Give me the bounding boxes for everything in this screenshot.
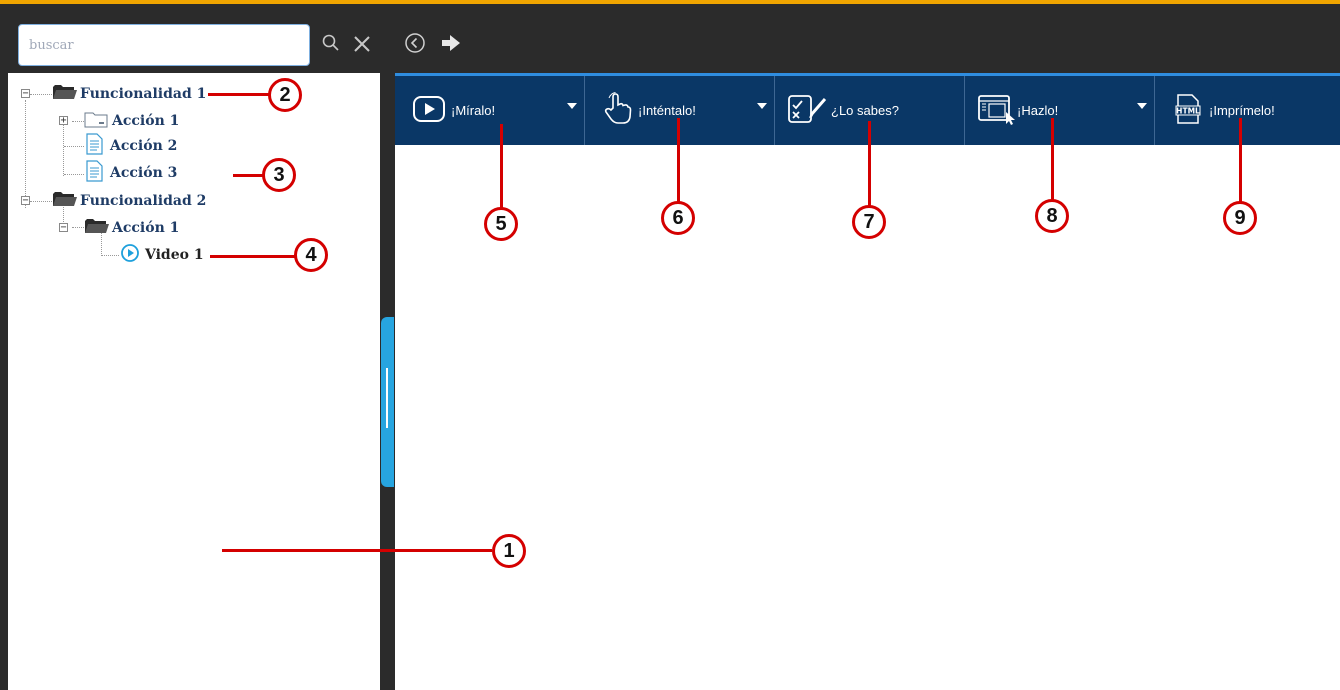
play-icon [120, 243, 140, 267]
tree-item-label: Acción 2 [110, 138, 178, 154]
callout-leader-4 [210, 255, 296, 258]
collapse-toggle[interactable]: − [21, 89, 30, 99]
chevron-down-icon[interactable] [1137, 103, 1147, 109]
callout-7: 7 [852, 205, 886, 239]
callout-leader-7 [868, 121, 871, 207]
forward-icon[interactable] [440, 33, 462, 58]
tree-item-funcionalidad-2[interactable]: Funcionalidad 2 [52, 191, 206, 211]
callout-leader-3 [233, 174, 263, 177]
back-icon[interactable] [404, 32, 426, 59]
tree-item-accion-2[interactable]: Acción 2 [84, 133, 178, 159]
callout-6: 6 [661, 201, 695, 235]
collapse-toggle[interactable]: − [59, 223, 68, 233]
tree-item-label: Video 1 [145, 247, 204, 263]
expand-toggle[interactable]: + [59, 116, 68, 126]
callout-4: 4 [294, 238, 328, 272]
tree-item-accion-1[interactable]: Acción 1 [84, 111, 179, 131]
callout-2: 2 [268, 78, 302, 112]
tree-item-label: Funcionalidad 1 [80, 86, 207, 102]
callout-leader-6 [677, 118, 680, 202]
folder-open-icon [52, 83, 78, 105]
html-document-icon: HTML [1175, 94, 1201, 127]
imprimelo-button[interactable]: HTML ¡Imprímelo! [1155, 76, 1340, 145]
hazlo-button[interactable]: ¡Hazlo! [965, 76, 1155, 145]
intentalo-button[interactable]: ¡Inténtalo! [585, 76, 775, 145]
tree-item-label: Funcionalidad 2 [80, 193, 207, 209]
document-icon [84, 160, 104, 186]
top-bar [0, 4, 1340, 72]
callout-3: 3 [262, 158, 296, 192]
svg-text:HTML: HTML [1176, 107, 1200, 116]
navigation-tree-panel: − Funcionalidad 1 + Acción 1 Acción 2 Ac… [8, 73, 380, 690]
navigation-tree: − Funcionalidad 1 + Acción 1 Acción 2 Ac… [8, 73, 380, 373]
callout-9: 9 [1223, 201, 1257, 235]
hazlo-label: ¡Hazlo! [1017, 103, 1059, 118]
callout-8: 8 [1035, 199, 1069, 233]
window-cursor-icon [977, 93, 1017, 128]
hand-pointer-icon [601, 92, 633, 129]
imprimelo-label: ¡Imprímelo! [1209, 103, 1275, 118]
splitter-grip [386, 368, 388, 428]
callout-1: 1 [492, 534, 526, 568]
folder-open-icon [84, 217, 110, 239]
miralo-button[interactable]: ¡Míralo! [395, 76, 585, 145]
tree-item-accion-1-f2[interactable]: Acción 1 [84, 218, 179, 238]
tree-item-label: Acción 1 [112, 220, 180, 236]
tree-item-accion-3[interactable]: Acción 3 [84, 160, 178, 186]
chevron-down-icon[interactable] [567, 103, 577, 109]
callout-leader-1 [222, 549, 492, 552]
document-icon [84, 133, 104, 159]
folder-open-icon [52, 190, 78, 212]
chevron-down-icon[interactable] [757, 103, 767, 109]
tree-item-funcionalidad-1[interactable]: Funcionalidad 1 [52, 84, 206, 104]
callout-leader-9 [1239, 118, 1242, 202]
miralo-label: ¡Míralo! [451, 103, 496, 118]
callout-leader-8 [1051, 118, 1054, 200]
play-icon [412, 94, 446, 127]
intentalo-label: ¡Inténtalo! [638, 103, 696, 118]
search-icon[interactable] [321, 33, 341, 58]
search-input[interactable] [18, 24, 310, 66]
clear-icon[interactable] [352, 34, 372, 59]
collapse-toggle[interactable]: − [21, 196, 30, 206]
lo-sabes-label: ¿Lo sabes? [831, 103, 899, 118]
callout-leader-5 [500, 124, 503, 208]
folder-icon [84, 110, 108, 132]
quiz-icon [787, 93, 829, 128]
tree-item-label: Acción 1 [112, 113, 180, 129]
callout-5: 5 [484, 207, 518, 241]
tree-item-video-1[interactable]: Video 1 [120, 243, 204, 267]
callout-leader-2 [208, 93, 270, 96]
tree-item-label: Acción 3 [110, 165, 178, 181]
